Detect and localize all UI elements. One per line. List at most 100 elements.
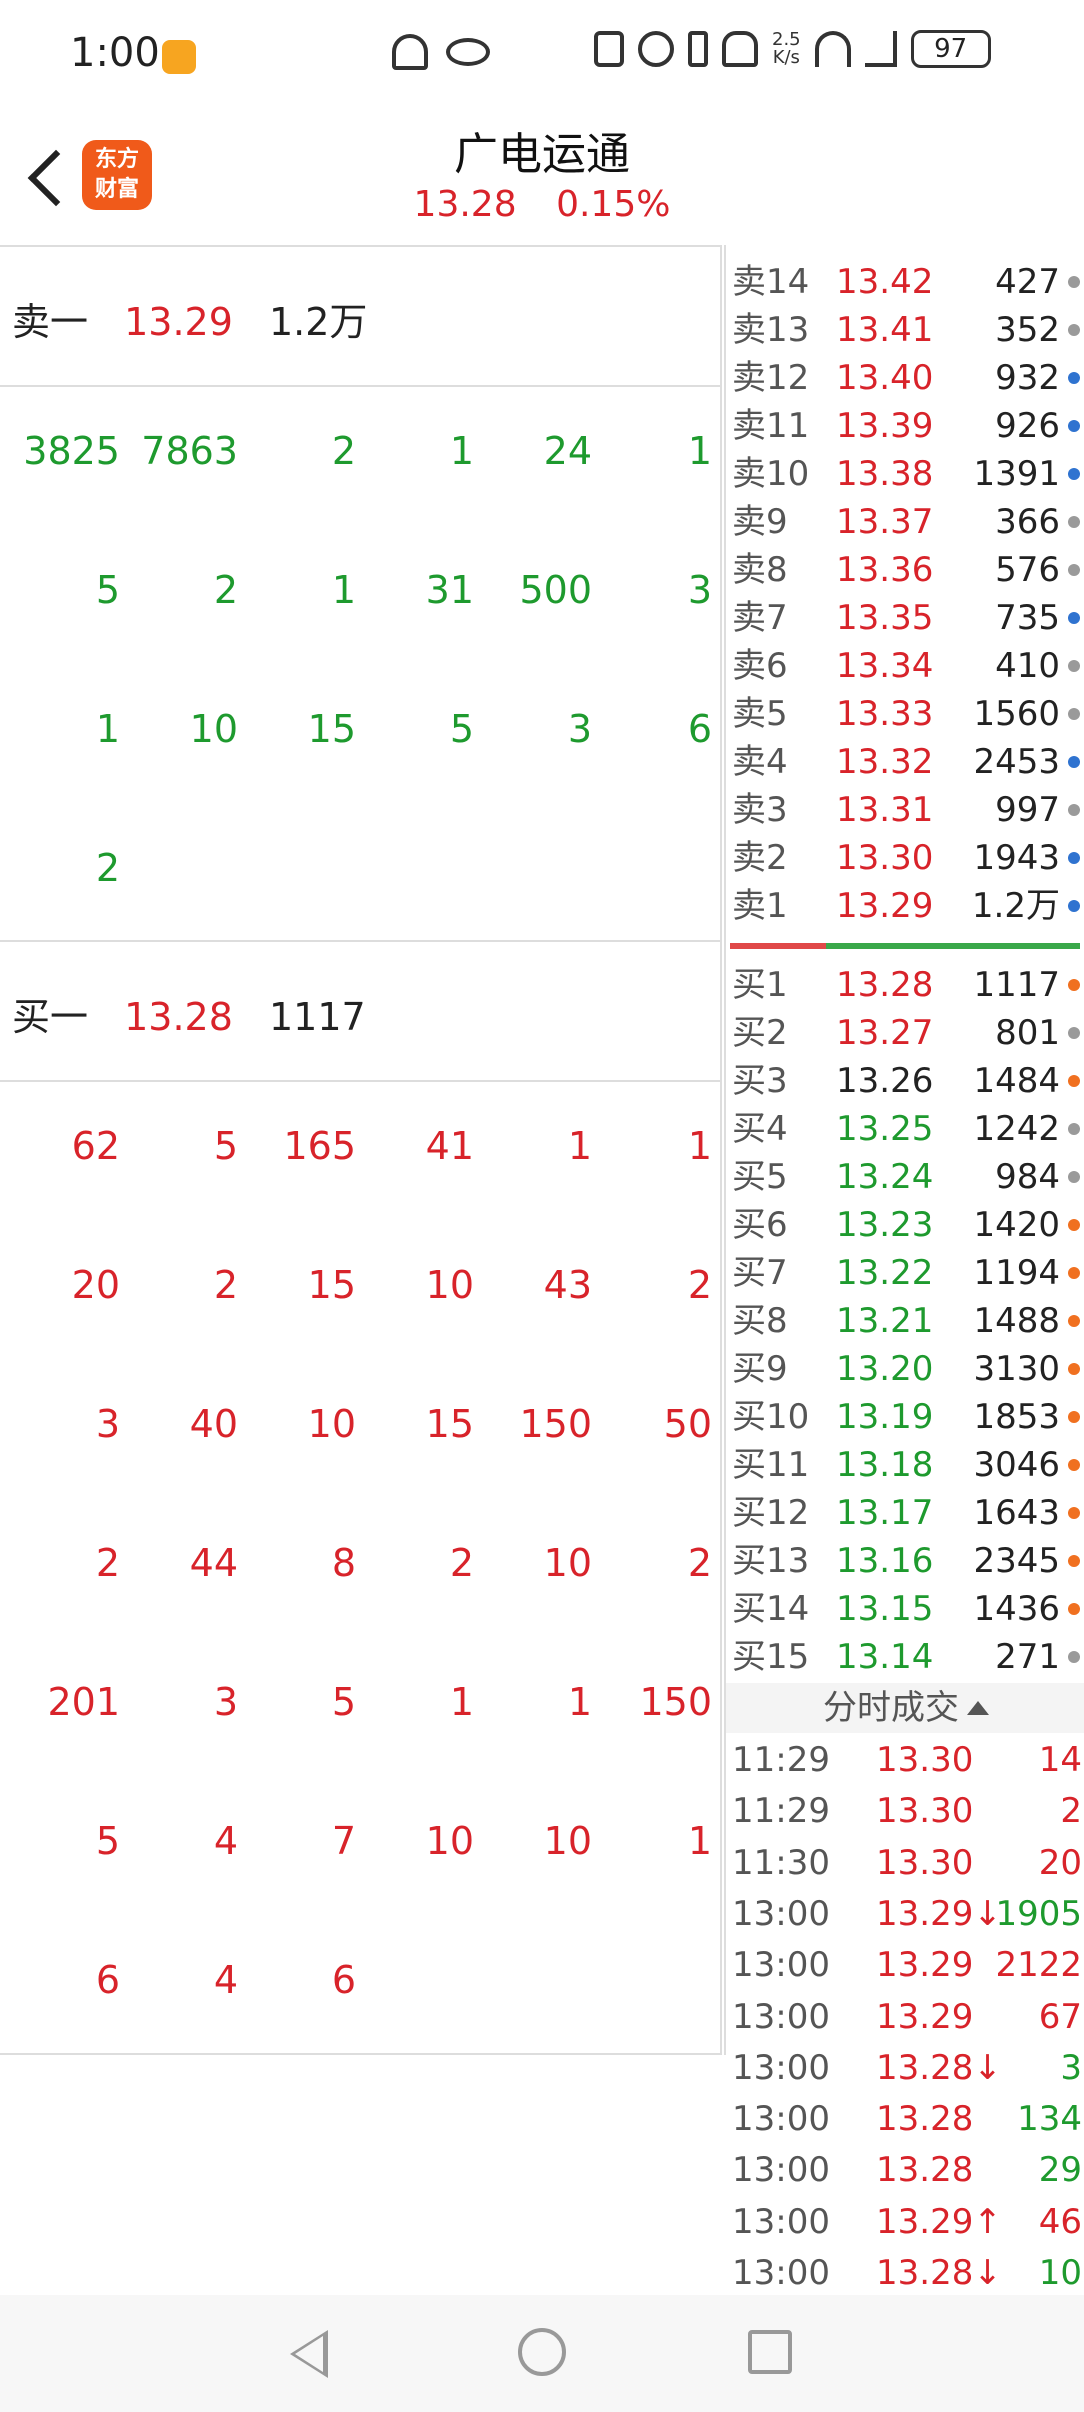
- tick-time: 13:00: [732, 2150, 830, 2191]
- tick-volume: 134: [1017, 2099, 1082, 2140]
- eye-icon: [446, 38, 490, 66]
- status-dot-icon: [1068, 1651, 1080, 1663]
- buy-book-row[interactable]: 买8 13.21 1488: [726, 1297, 1084, 1345]
- buy-book-row[interactable]: 买14 13.15 1436: [726, 1585, 1084, 1633]
- buy-book-price: 13.23: [836, 1205, 934, 1245]
- order-cell: 1: [687, 1124, 712, 1168]
- order-cell: 1: [331, 568, 356, 612]
- tick-time: 11:29: [732, 1740, 830, 1780]
- buy-book-row[interactable]: 买6 13.23 1420: [726, 1201, 1084, 1249]
- buy-book-label: 买14: [732, 1589, 810, 1629]
- buy-book-row[interactable]: 买12 13.17 1643: [726, 1489, 1084, 1537]
- buy-book-row[interactable]: 买15 13.14 271: [726, 1633, 1084, 1681]
- buy-level-one[interactable]: 买一 13.28 1117: [0, 940, 722, 1080]
- buy-book-row[interactable]: 买2 13.27 801: [726, 1009, 1084, 1057]
- buy-book-volume: 3046: [973, 1445, 1060, 1485]
- tick-row: 11:30 13.30 20: [726, 1838, 1084, 1889]
- order-cell: 62: [71, 1124, 120, 1168]
- sell-book-row[interactable]: 卖6 13.34 410: [726, 642, 1084, 690]
- ticks-header-label: 分时成交: [823, 1688, 959, 1728]
- tick-row: 13:00 13.29↑ 46: [726, 2197, 1084, 2248]
- nav-recents-icon[interactable]: [748, 2330, 792, 2374]
- buy-book-volume: 1484: [973, 1061, 1060, 1101]
- sell-book-volume: 352: [995, 310, 1060, 350]
- sell-level-one[interactable]: 卖一 13.29 1.2万: [0, 245, 722, 385]
- buy-book-row[interactable]: 买4 13.25 1242: [726, 1105, 1084, 1153]
- sell-book-row[interactable]: 卖7 13.35 735: [726, 594, 1084, 642]
- tick-time: 13:00: [732, 2253, 830, 2293]
- sell-book-row[interactable]: 卖10 13.38 1391: [726, 450, 1084, 498]
- buy-book-label: 买13: [732, 1541, 810, 1581]
- sell-level-volume: 1.2万: [269, 300, 368, 344]
- nav-home-icon[interactable]: [518, 2328, 566, 2376]
- order-cell: 5: [449, 707, 474, 751]
- tick-row: 13:00 13.28 29: [726, 2145, 1084, 2196]
- status-dot-icon: [1068, 612, 1080, 624]
- sell-book-row[interactable]: 卖4 13.32 2453: [726, 738, 1084, 786]
- caret-up-icon: [967, 1701, 989, 1715]
- status-dot-icon: [1068, 1411, 1080, 1423]
- sell-book-row[interactable]: 卖2 13.30 1943: [726, 834, 1084, 882]
- buy-book-row[interactable]: 买10 13.19 1853: [726, 1393, 1084, 1441]
- sell-book-volume: 1560: [973, 694, 1060, 734]
- tick-row: 11:29 13.30 14: [726, 1735, 1084, 1786]
- buy-book-row[interactable]: 买9 13.20 3130: [726, 1345, 1084, 1393]
- buy-order-grid: 62 5 165 41 1 1 20 2 15 10 43 2 3 40 10 15 150 50 2 44 8 2 10 2…: [0, 1080, 722, 2055]
- buy-book-row[interactable]: 买11 13.18 3046: [726, 1441, 1084, 1489]
- buy-book-volume: 3130: [973, 1349, 1060, 1389]
- sell-book-row[interactable]: 卖12 13.40 932: [726, 354, 1084, 402]
- order-cell: 1: [95, 707, 120, 751]
- buy-book-row[interactable]: 买1 13.28 1117: [726, 961, 1084, 1009]
- buy-book-label: 买5: [732, 1157, 788, 1197]
- nfc-icon: [594, 31, 624, 67]
- sell-book-row[interactable]: 卖1 13.29 1.2万: [726, 882, 1084, 930]
- order-cell: 2: [687, 1541, 712, 1585]
- tick-price: 13.30: [876, 1842, 974, 1883]
- sell-book-row[interactable]: 卖14 13.42 427: [726, 258, 1084, 306]
- order-cell: 4: [213, 1958, 238, 2002]
- nav-back-icon[interactable]: [290, 2330, 328, 2378]
- order-cell: 150: [519, 1402, 592, 1446]
- sell-book-row[interactable]: 卖5 13.33 1560: [726, 690, 1084, 738]
- bluetooth-icon: [688, 31, 708, 67]
- sell-book-row[interactable]: 卖8 13.36 576: [726, 546, 1084, 594]
- order-cell: 10: [543, 1541, 592, 1585]
- status-dot-icon: [1068, 420, 1080, 432]
- tick-price: 13.29: [876, 1996, 974, 2037]
- order-cell: 31: [425, 568, 474, 612]
- sell-book-row[interactable]: 卖3 13.31 997: [726, 786, 1084, 834]
- sell-book-label: 卖12: [732, 358, 810, 398]
- order-cell: 4: [213, 1819, 238, 1863]
- buy-book-volume: 1643: [973, 1493, 1060, 1533]
- sell-book-price: 13.31: [836, 790, 934, 830]
- sell-book-row[interactable]: 卖13 13.41 352: [726, 306, 1084, 354]
- tick-price: 13.30: [876, 1791, 974, 1832]
- order-cell: 43: [543, 1263, 592, 1307]
- sell-book-row[interactable]: 卖9 13.37 366: [726, 498, 1084, 546]
- tick-price: 13.30: [876, 1740, 974, 1780]
- sell-book-label: 卖1: [732, 886, 788, 926]
- buy-level-price: 13.28: [124, 995, 233, 1039]
- buy-book-row[interactable]: 买5 13.24 984: [726, 1153, 1084, 1201]
- sell-book-price: 13.33: [836, 694, 934, 734]
- sell-book-volume: 735: [995, 598, 1060, 638]
- order-cell: 150: [639, 1680, 712, 1724]
- sell-book-price: 13.40: [836, 358, 934, 398]
- tick-volume: 3: [1060, 2047, 1082, 2088]
- net-speed-unit: K/s: [772, 47, 800, 68]
- buy-book-row[interactable]: 买7 13.22 1194: [726, 1249, 1084, 1297]
- stock-price: 13.28: [413, 184, 517, 225]
- headphones-icon: [392, 34, 428, 70]
- buy-book-row[interactable]: 买13 13.16 2345: [726, 1537, 1084, 1585]
- order-book-panel: 卖14 13.42 427 卖13 13.41 352 卖12 13.40 932 卖11 13.3…: [724, 245, 1084, 2293]
- ticks-header-toggle[interactable]: 分时成交: [726, 1683, 1084, 1733]
- buy-book-label: 买6: [732, 1205, 788, 1245]
- buy-book-row[interactable]: 买3 13.26 1484: [726, 1057, 1084, 1105]
- order-cell: 10: [425, 1819, 474, 1863]
- buy-book-price: 13.17: [836, 1493, 934, 1533]
- tick-price: 13.28: [876, 2150, 974, 2191]
- tick-volume: 1905: [995, 1893, 1082, 1934]
- buy-book-price: 13.25: [836, 1109, 934, 1149]
- sell-book-row[interactable]: 卖11 13.39 926: [726, 402, 1084, 450]
- tick-time: 13:00: [732, 2047, 830, 2088]
